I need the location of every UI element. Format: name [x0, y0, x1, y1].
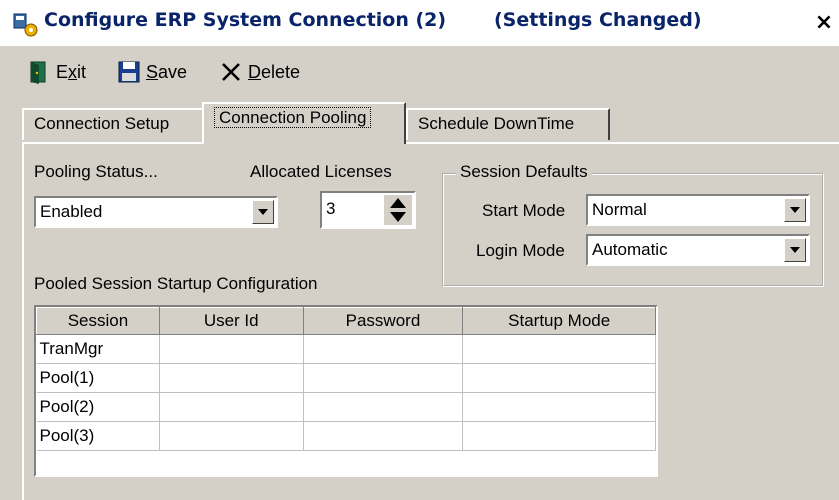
session-cell[interactable]: Pool(3) — [36, 421, 160, 451]
tab-connection-setup[interactable]: Connection Setup — [22, 108, 204, 140]
login-mode-label: Login Mode — [476, 241, 565, 260]
login-mode-dropdown[interactable]: Automatic — [586, 234, 810, 266]
delete-label: Delete — [248, 61, 301, 82]
session-defaults-group — [442, 173, 824, 287]
column-header-startup-mode[interactable]: Startup Mode — [462, 307, 656, 335]
column-header-session[interactable]: Session — [36, 307, 160, 335]
chevron-down-icon[interactable] — [784, 238, 806, 262]
tab-connection-pooling[interactable]: Connection Pooling — [202, 102, 406, 144]
user-id-cell[interactable] — [159, 392, 304, 422]
table-row[interactable]: TranMgr — [36, 334, 656, 364]
allocated-licenses-spinner[interactable]: 3 — [320, 191, 416, 229]
save-label: Save — [146, 61, 188, 82]
login-mode-value: Automatic — [592, 240, 668, 259]
pooling-status-value: Enabled — [40, 202, 103, 221]
exit-label: Exit — [56, 61, 87, 82]
configure-erp-window: Configure ERP System Connection (2) (Set… — [0, 0, 839, 500]
settings-changed-status: (Settings Changed) — [494, 9, 702, 31]
startup-mode-cell[interactable] — [462, 363, 656, 393]
pooling-status-label: Pooling Status... — [34, 162, 158, 181]
session-cell[interactable]: Pool(2) — [36, 392, 160, 422]
toolbar: Exit Save Delete — [0, 46, 839, 98]
table-row[interactable]: Pool(1) — [36, 363, 656, 393]
password-cell[interactable] — [303, 392, 464, 422]
session-defaults-title: Session Defaults — [456, 162, 592, 182]
start-mode-value: Normal — [592, 200, 647, 219]
close-button[interactable]: × — [812, 10, 836, 36]
user-id-cell[interactable] — [159, 334, 304, 364]
chevron-down-icon[interactable] — [784, 198, 806, 222]
startup-mode-cell[interactable] — [462, 392, 656, 422]
spin-up-down-icon[interactable] — [384, 195, 412, 225]
password-cell[interactable] — [303, 334, 464, 364]
startup-mode-cell[interactable] — [462, 334, 656, 364]
pooled-session-grid[interactable]: Session User Id Password Startup Mode Tr… — [34, 305, 658, 477]
chevron-down-icon[interactable] — [252, 200, 274, 224]
column-header-password[interactable]: Password — [302, 307, 464, 335]
tab-label: Connection Setup — [34, 114, 170, 133]
tab-label: Connection Pooling — [214, 107, 372, 128]
table-row[interactable]: Pool(3) — [36, 421, 656, 451]
allocated-licenses-value: 3 — [326, 199, 336, 218]
pooling-status-dropdown[interactable]: Enabled — [34, 196, 278, 228]
window-title: Configure ERP System Connection (2) — [44, 9, 447, 31]
table-row[interactable]: Pool(2) — [36, 392, 656, 422]
startup-mode-cell[interactable] — [462, 421, 656, 451]
delete-button[interactable]: Delete — [220, 58, 300, 86]
exit-button[interactable]: Exit — [28, 58, 86, 86]
password-cell[interactable] — [303, 421, 464, 451]
floppy-disk-icon — [118, 61, 140, 83]
exit-door-icon — [30, 61, 46, 84]
tab-schedule-downtime[interactable]: Schedule DownTime — [406, 108, 610, 140]
pooled-config-label: Pooled Session Startup Configuration — [34, 274, 318, 293]
save-button[interactable]: Save — [118, 58, 187, 86]
title-bar: Configure ERP System Connection (2) (Set… — [0, 0, 839, 46]
pooled-session-table: Session User Id Password Startup Mode Tr… — [36, 307, 656, 451]
tab-label: Schedule DownTime — [418, 114, 575, 133]
password-cell[interactable] — [303, 363, 464, 393]
connection-settings-icon — [13, 13, 38, 37]
start-mode-label: Start Mode — [482, 201, 566, 220]
table-header-row: Session User Id Password Startup Mode — [36, 307, 656, 335]
column-header-user-id[interactable]: User Id — [158, 307, 304, 335]
user-id-cell[interactable] — [159, 421, 304, 451]
session-cell[interactable]: TranMgr — [36, 334, 160, 364]
start-mode-dropdown[interactable]: Normal — [586, 194, 810, 226]
session-cell[interactable]: Pool(1) — [36, 363, 160, 393]
user-id-cell[interactable] — [159, 363, 304, 393]
allocated-licenses-label: Allocated Licenses — [250, 162, 392, 181]
delete-x-icon — [222, 63, 240, 81]
